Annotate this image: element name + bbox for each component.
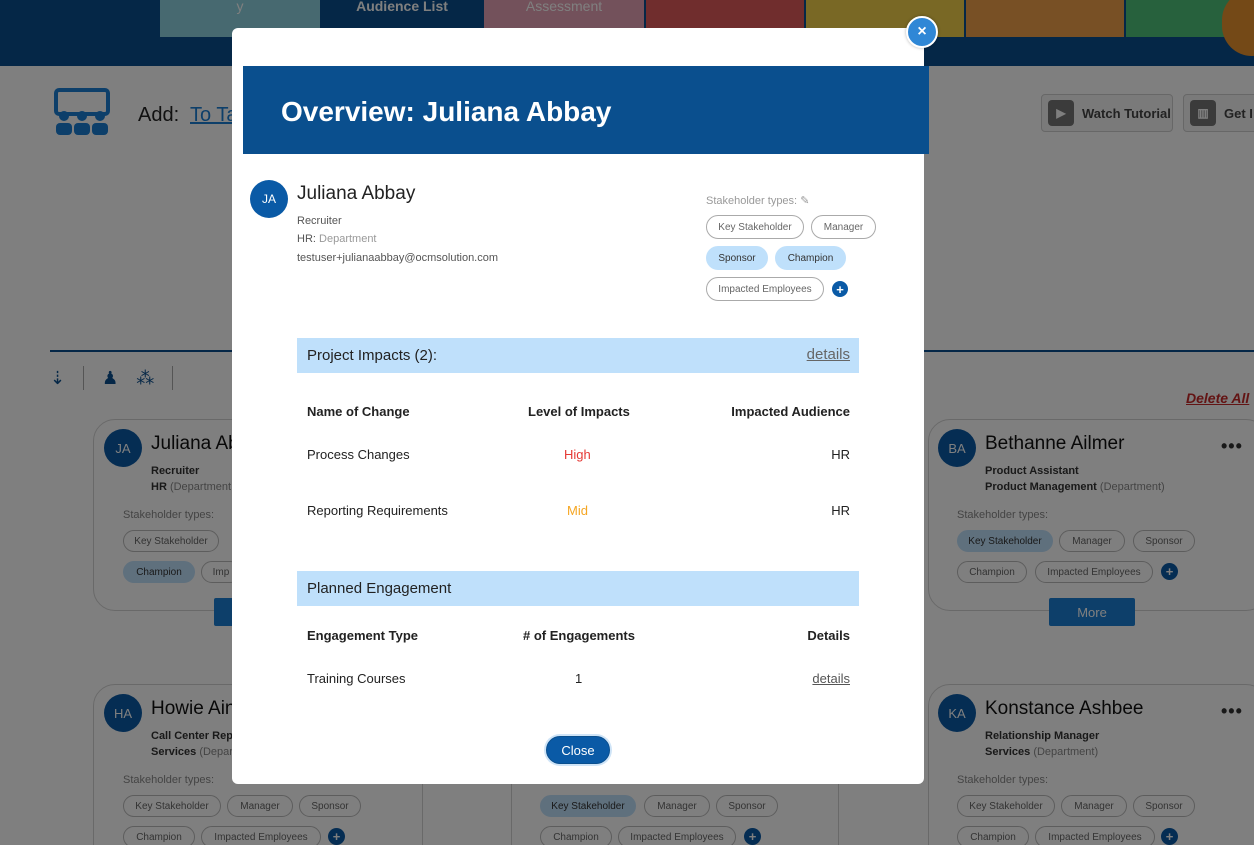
- chip-manager[interactable]: Manager: [811, 215, 876, 239]
- impact-level: Mid: [567, 503, 588, 518]
- engagement-type: Training Courses: [307, 671, 406, 686]
- modal-title: Overview: Juliana Abbay: [281, 96, 612, 127]
- chip-champion[interactable]: Champion: [775, 246, 846, 270]
- engagement-details-link[interactable]: details: [812, 671, 850, 686]
- project-impacts-title: Project Impacts (2):: [307, 347, 438, 364]
- col-engagement-type: Engagement Type: [307, 628, 419, 643]
- pencil-icon[interactable]: ✎: [800, 195, 809, 207]
- person-role: Recruiter: [297, 215, 342, 227]
- col-level-of-impacts: Level of Impacts: [528, 404, 630, 419]
- planned-engagement-title: Planned Engagement: [307, 580, 452, 597]
- avatar: JA: [250, 180, 288, 218]
- project-impacts-header: Project Impacts (2): details: [297, 338, 859, 373]
- impact-name: Reporting Requirements: [307, 503, 448, 518]
- impact-audience: HR: [831, 503, 850, 518]
- person-department: HR: Department: [297, 233, 377, 245]
- impact-audience: HR: [831, 447, 850, 462]
- chip-impacted-employees[interactable]: Impacted Employees: [706, 277, 824, 301]
- person-email: testuser+julianaabbay@ocmsolution.com: [297, 252, 499, 264]
- engagement-count: 1: [575, 671, 583, 686]
- impact-level: High: [564, 447, 591, 462]
- planned-engagement-header: Planned Engagement: [297, 571, 859, 606]
- close-icon[interactable]: ×: [906, 16, 938, 48]
- add-stakeholder-type-icon[interactable]: +: [832, 281, 848, 297]
- chip-sponsor[interactable]: Sponsor: [706, 246, 768, 270]
- col-name-of-change: Name of Change: [307, 404, 410, 419]
- impacts-details-link[interactable]: details: [807, 346, 850, 363]
- chip-key-stakeholder[interactable]: Key Stakeholder: [706, 215, 804, 239]
- col-num-engagements: # of Engagements: [523, 628, 635, 643]
- overview-modal: Overview: Juliana Abbay JA Juliana Abbay…: [232, 28, 929, 784]
- col-details: Details: [807, 628, 850, 643]
- close-button[interactable]: Close: [546, 736, 610, 764]
- impact-name: Process Changes: [307, 447, 410, 462]
- dept-name: HR:: [297, 233, 316, 245]
- stakeholder-types-label: Stakeholder types: ✎: [706, 194, 809, 207]
- col-impacted-audience: Impacted Audience: [731, 404, 850, 419]
- dept-label: Department: [319, 233, 377, 245]
- modal-header: Overview: Juliana Abbay: [243, 66, 929, 154]
- person-name: Juliana Abbay: [297, 183, 416, 204]
- stakeholder-types-text: Stakeholder types:: [706, 195, 798, 207]
